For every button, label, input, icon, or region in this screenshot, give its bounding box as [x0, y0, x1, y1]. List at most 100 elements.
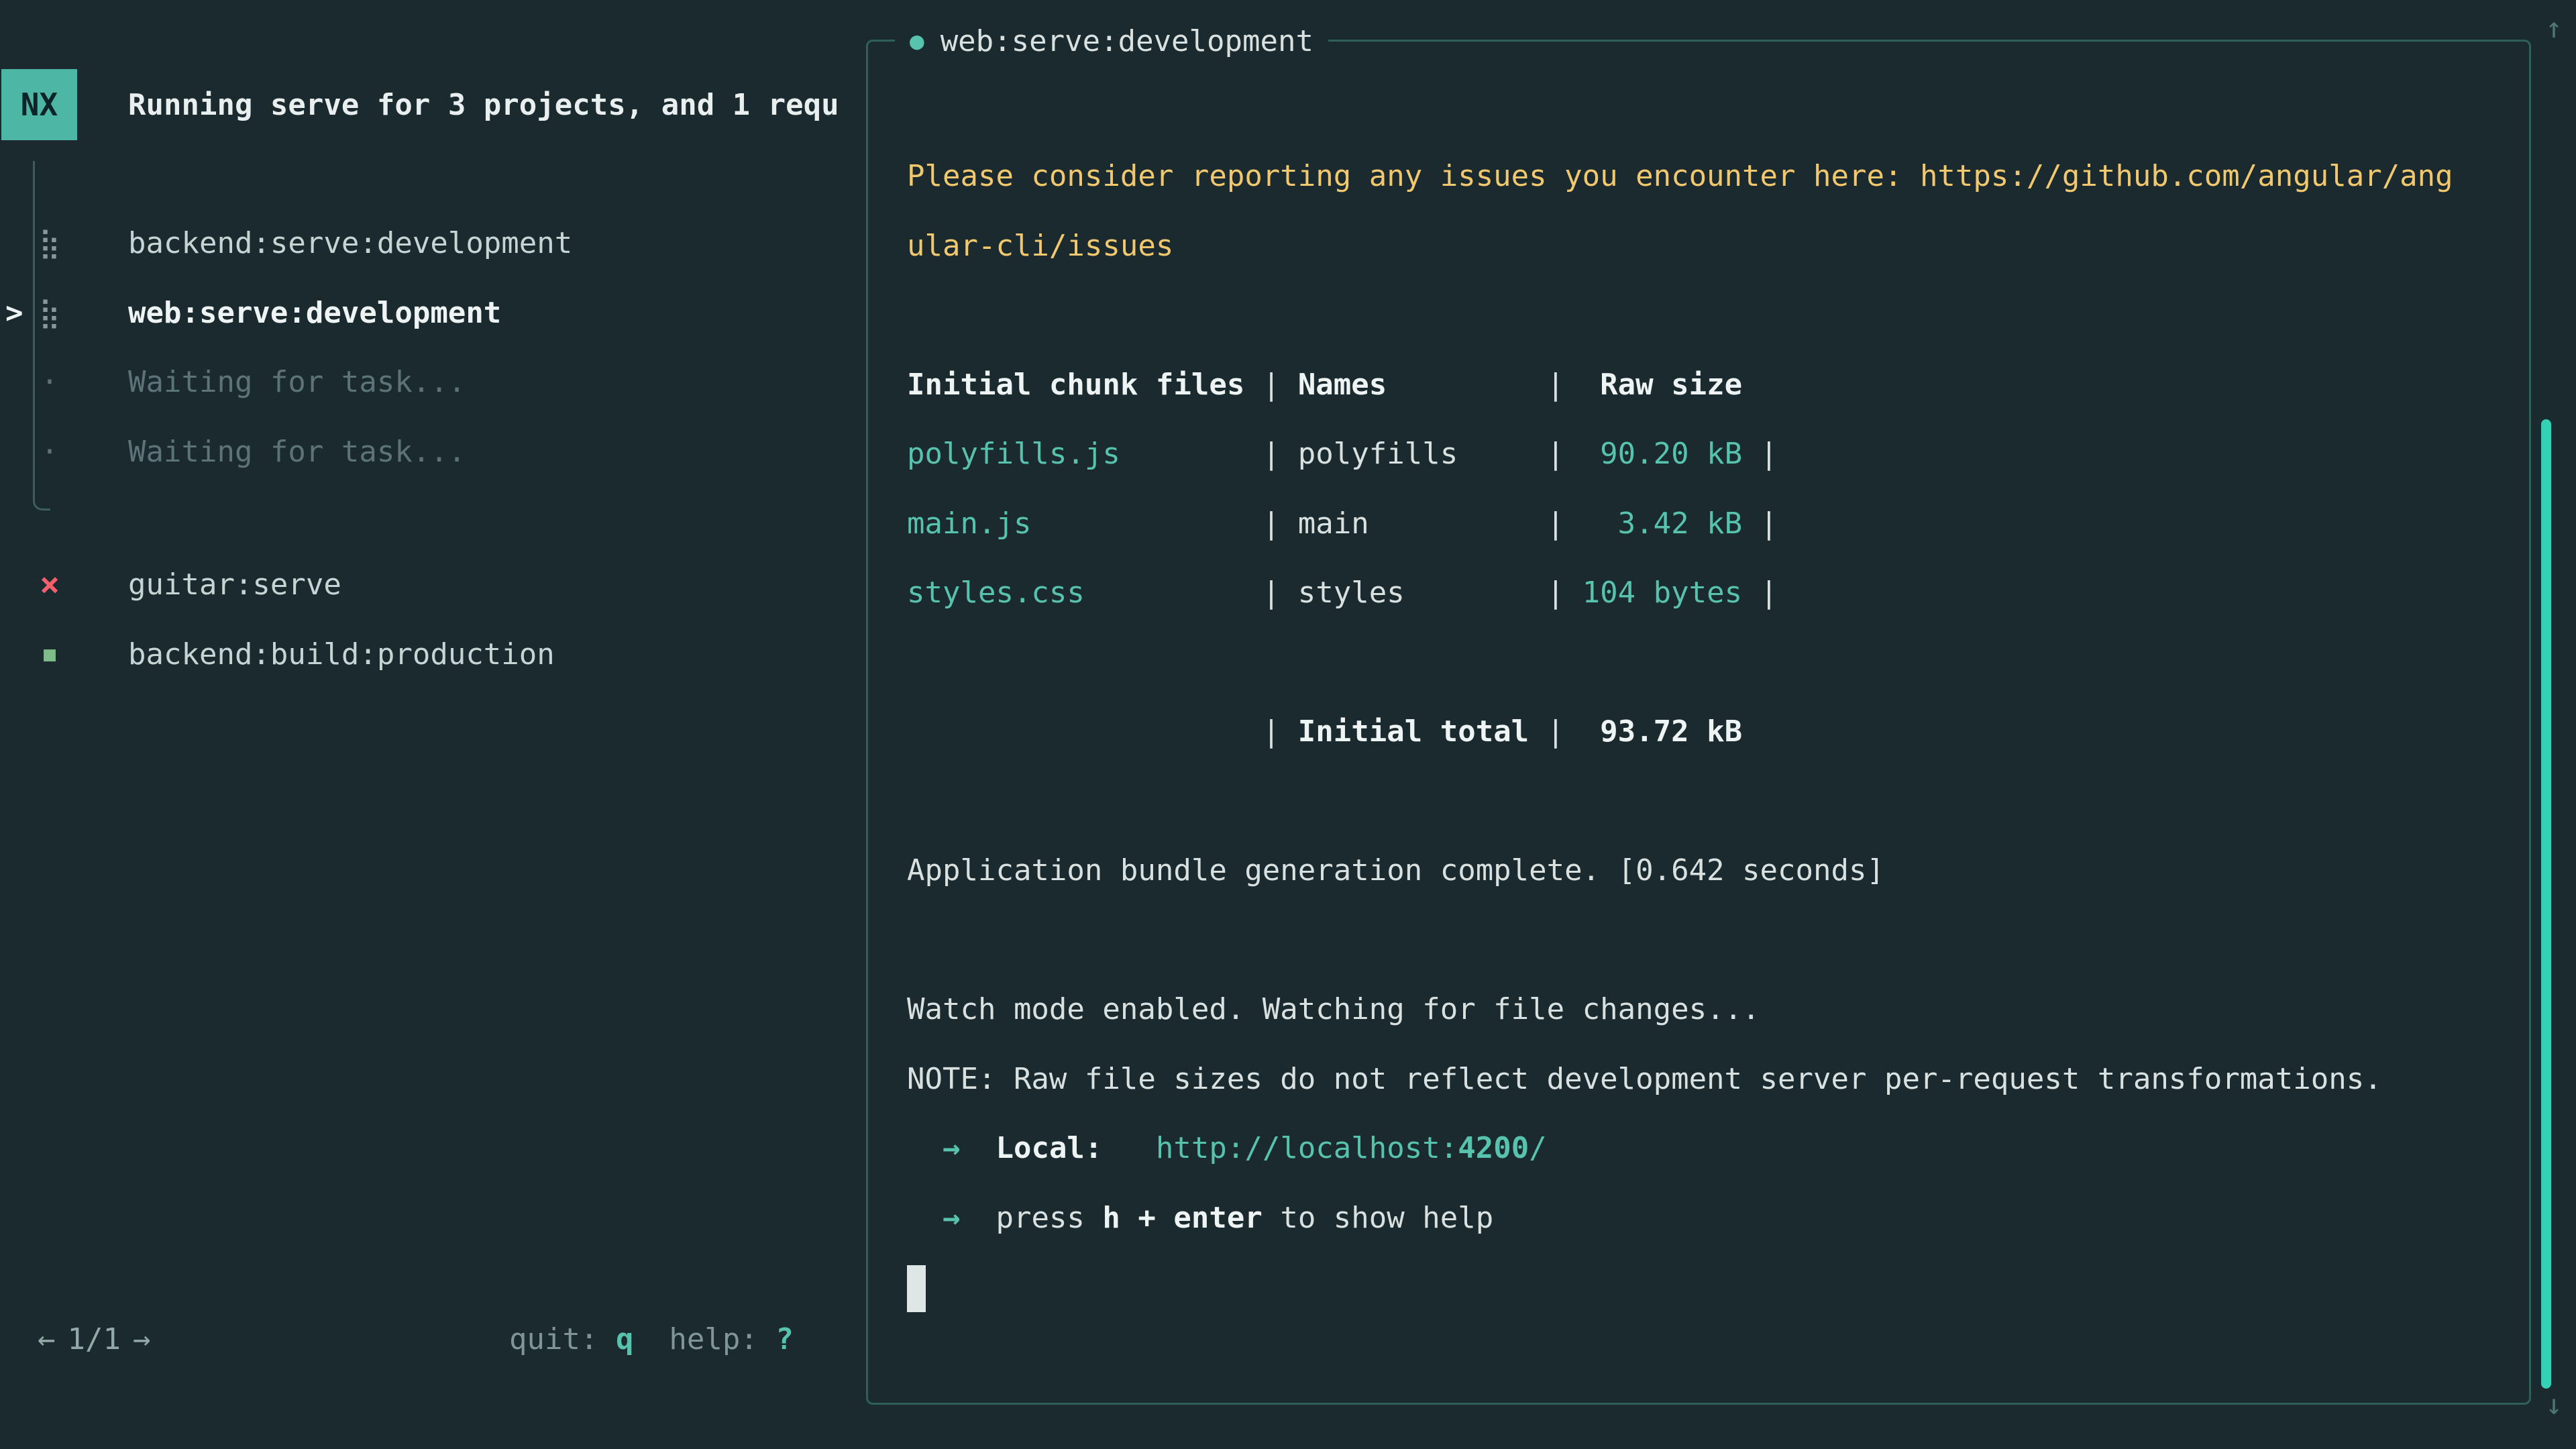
terminal-text-segment: Names [1298, 368, 1387, 402]
terminal-output: Please consider reporting any issues you… [907, 142, 2513, 1322]
scrollbar-thumb[interactable] [2541, 419, 2551, 1389]
terminal-text-segment [907, 1201, 943, 1235]
waiting-dot-icon: · [30, 417, 70, 487]
terminal-text-segment: | [1458, 437, 1582, 471]
waiting-dot-icon: · [30, 347, 70, 417]
terminal-line: Initial chunk files | Names | Raw size [907, 350, 2513, 420]
terminal-text-segment [960, 1131, 996, 1165]
terminal-text-segment: / [1529, 1131, 1547, 1165]
spinner-icon: ⣷ [30, 209, 70, 278]
terminal-text-segment: http://localhost: [1156, 1131, 1458, 1165]
terminal-text-segment: styles [1298, 576, 1405, 610]
terminal-text-segment: | [1031, 506, 1297, 541]
other-task-list: × guitar:serve ■ backend:build:production [0, 550, 866, 689]
terminal-text-segment: | [1529, 714, 1582, 749]
terminal-text-segment: | [1120, 437, 1298, 471]
terminal-text-segment: | [1405, 576, 1582, 610]
terminal-line [907, 280, 2513, 350]
pagination[interactable]: ← 1/1 → [38, 1304, 150, 1374]
terminal-text-segment: | [1085, 576, 1298, 610]
terminal-text-segment: main.js [907, 506, 1031, 541]
terminal-text-segment: Watch mode enabled. Watching for file ch… [907, 992, 1760, 1026]
terminal-text-segment [1102, 1131, 1155, 1165]
task-list-sidebar: NX Running serve for 3 projects, and 1 r… [0, 0, 866, 1449]
spinner-icon: ⣷ [30, 278, 70, 348]
running-indicator-icon: ● [910, 23, 924, 60]
terminal-text-segment: Initial chunk files [907, 368, 1244, 402]
help-bar-segment: help: [633, 1322, 775, 1356]
help-bar-segment: ? [775, 1322, 794, 1356]
task-label: web:serve:development [128, 278, 501, 348]
task-item[interactable]: · Waiting for task... [0, 347, 866, 417]
terminal-text-segment: Please consider reporting any issues you… [907, 159, 2453, 193]
task-label: Waiting for task... [128, 347, 466, 417]
terminal-text-segment: press [996, 1201, 1102, 1235]
terminal-line: main.js | main | 3.42 kB | [907, 489, 2513, 559]
task-item[interactable]: ⣷ backend:serve:development [0, 209, 866, 278]
terminal-text-segment: → [943, 1131, 961, 1165]
terminal-line: → press h + enter to show help [907, 1183, 2513, 1253]
terminal-text-segment: h + enter [1102, 1201, 1262, 1235]
terminal-text-segment: 3.42 kB [1582, 506, 1742, 541]
terminal-line: Application bundle generation complete. … [907, 836, 2513, 906]
terminal-line: polyfills.js | polyfills | 90.20 kB | [907, 419, 2513, 489]
terminal-text-segment: 90.20 kB [1582, 437, 1742, 471]
task-label: backend:build:production [128, 620, 555, 690]
terminal-line: Watch mode enabled. Watching for file ch… [907, 975, 2513, 1044]
help-bar: quit: q help: ? [509, 1304, 794, 1374]
nx-logo: NX [1, 69, 77, 140]
scroll-up-arrow-icon: ↑ [2538, 9, 2569, 47]
task-item[interactable]: ■ backend:build:production [0, 620, 866, 690]
terminal-text-segment: | [1387, 368, 1582, 402]
task-label: guitar:serve [128, 550, 341, 620]
terminal-text-segment: Initial total [1298, 714, 1529, 749]
pagination-right-arrow-icon[interactable]: → [133, 1322, 151, 1356]
task-label: Waiting for task... [128, 417, 466, 487]
terminal-line: NOTE: Raw file sizes do not reflect deve… [907, 1044, 2513, 1114]
task-item[interactable]: · Waiting for task... [0, 417, 866, 487]
terminal-text-segment [907, 1131, 943, 1165]
task-list: ⣷ backend:serve:development >⣷ web:serve:de… [0, 209, 866, 486]
terminal-line: Please consider reporting any issues you… [907, 142, 2513, 211]
terminal-text-segment: Raw size [1582, 368, 1742, 402]
task-label: backend:serve:development [128, 209, 572, 278]
terminal-text-segment: styles.css [907, 576, 1085, 610]
help-bar-segment: q [616, 1322, 634, 1356]
terminal-text-segment: 4200 [1458, 1131, 1529, 1165]
terminal-line: | Initial total | 93.72 kB [907, 697, 2513, 767]
terminal-line [907, 1252, 2513, 1322]
terminal-text-segment: ular-cli/issues [907, 229, 1173, 263]
terminal-text-segment: | [1369, 506, 1582, 541]
terminal-line [907, 906, 2513, 975]
scroll-down-arrow-icon: ↓ [2538, 1386, 2569, 1424]
terminal-text-segment: | [1742, 437, 1778, 471]
terminal-line [907, 628, 2513, 698]
sidebar-title: Running serve for 3 projects, and 1 requ [128, 69, 856, 140]
terminal-line: styles.css | styles | 104 bytes | [907, 558, 2513, 628]
terminal-text-segment: | [1742, 576, 1778, 610]
panel-title: ● web:serve:development [895, 23, 1328, 60]
terminal-line: ular-cli/issues [907, 211, 2513, 281]
terminal-text-segment: 104 bytes [1582, 576, 1742, 610]
task-item[interactable]: × guitar:serve [0, 550, 866, 620]
terminal-text-segment: polyfills [1298, 437, 1458, 471]
terminal-text-segment: polyfills.js [907, 437, 1120, 471]
task-item[interactable]: >⣷ web:serve:development [0, 278, 866, 348]
selected-task-caret-icon: > [5, 278, 23, 348]
help-bar-segment: quit: [509, 1322, 616, 1356]
terminal-text-segment: → [943, 1201, 961, 1235]
pagination-left-arrow-icon[interactable]: ← [38, 1322, 56, 1356]
terminal-text-segment: | [907, 714, 1298, 749]
panel-title-text: web:serve:development [941, 23, 1313, 60]
terminal-text-segment: Local: [996, 1131, 1102, 1165]
failed-cross-icon: × [30, 550, 70, 620]
terminal-text-segment: NOTE: Raw file sizes do not reflect deve… [907, 1062, 2382, 1096]
terminal-text-segment: to show help [1263, 1201, 1493, 1235]
pagination-page-indicator: 1/1 [68, 1322, 121, 1356]
output-panel: ● web:serve:development Please consider … [866, 40, 2531, 1405]
stopped-square-icon: ■ [30, 620, 70, 690]
terminal-cursor [907, 1265, 926, 1312]
terminal-line [907, 767, 2513, 837]
terminal-text-segment: | [1244, 368, 1297, 402]
terminal-text-segment: 93.72 kB [1582, 714, 1742, 749]
